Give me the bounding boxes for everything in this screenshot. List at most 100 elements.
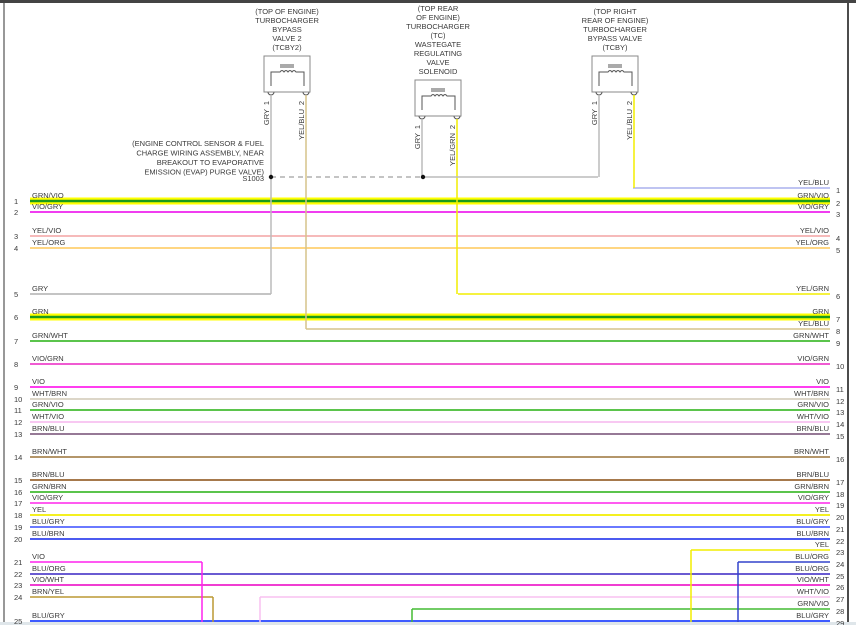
right-wire-label: YEL/VIO <box>800 226 829 235</box>
left-wire-label: VIO/GRN <box>32 354 64 363</box>
right-pin-number: 24 <box>836 560 844 569</box>
left-wire-label: GRN/WHT <box>32 331 68 340</box>
right-pin-number: 26 <box>836 583 844 592</box>
shape-layer <box>0 0 856 625</box>
left-wire-label: BRN/BLU <box>32 470 65 479</box>
right-wire-label: GRN <box>812 307 829 316</box>
left-pin-number: 8 <box>14 360 18 369</box>
right-wire-label: GRN/VIO <box>797 599 829 608</box>
right-pin-number: 8 <box>836 327 840 336</box>
right-pin-number: 29 <box>836 619 844 625</box>
right-wire-label: BLU/GRY <box>796 517 829 526</box>
left-pin-number: 13 <box>14 430 22 439</box>
left-wire-label: YEL/VIO <box>32 226 61 235</box>
left-wire-label: GRN/BRN <box>32 482 67 491</box>
left-pin-number: 22 <box>14 570 22 579</box>
right-wire-label: GRN/VIO <box>797 400 829 409</box>
left-wire-label: GRN/VIO <box>32 400 64 409</box>
left-pin-number: 24 <box>14 593 22 602</box>
left-wire-label: GRN <box>32 307 49 316</box>
component-label: TURBOCHARGER <box>255 16 319 25</box>
component-label: (TOP REAR <box>418 4 459 13</box>
left-pin-number: 6 <box>14 313 18 322</box>
left-wire-label: WHT/BRN <box>32 389 67 398</box>
right-wire-label: VIO/GRN <box>797 354 829 363</box>
left-wire-label: WHT/VIO <box>32 412 64 421</box>
right-wire-label: YEL/BLU <box>798 178 829 187</box>
right-wire-label: BRN/BLU <box>796 424 829 433</box>
left-pin-number: 1 <box>14 197 18 206</box>
left-wire-label: VIO <box>32 552 45 561</box>
right-pin-number: 15 <box>836 432 844 441</box>
left-pin-number: 14 <box>14 453 22 462</box>
pin-number: 1 <box>262 101 271 105</box>
right-wire-label: YEL/GRN <box>796 284 829 293</box>
right-pin-number: 2 <box>836 199 840 208</box>
wiring-diagram: GRN/VIO 1 VIO/GRY 2 YEL/VIO 3 YEL/ORG 4 GRY 5 GRN 6… <box>0 0 856 625</box>
right-wire-label: BLU/BRN <box>796 529 829 538</box>
right-wire-label: VIO <box>816 377 829 386</box>
right-pin-number: 21 <box>836 525 844 534</box>
splice-label: CHARGE WIRING ASSEMBLY, NEAR <box>136 149 264 158</box>
right-pin-number: 19 <box>836 501 844 510</box>
right-wire-label: YEL <box>815 505 829 514</box>
right-wire-label: WHT/VIO <box>797 587 829 596</box>
pin-wire-label: GRY <box>590 109 599 125</box>
right-wire-label: GRN/VIO <box>797 191 829 200</box>
splice-dot <box>268 174 274 180</box>
splice-label: BREAKOUT TO EVAPORATIVE <box>157 158 264 167</box>
left-wire-label: VIO/GRY <box>32 493 63 502</box>
left-pin-number: 15 <box>14 476 22 485</box>
right-pin-number: 5 <box>836 246 840 255</box>
right-pin-number: 9 <box>836 339 840 348</box>
right-wire-label: YEL <box>815 540 829 549</box>
right-pin-number: 16 <box>836 455 844 464</box>
component-label: (TC) <box>431 31 446 40</box>
right-wire-label: GRN/WHT <box>793 331 829 340</box>
top-border <box>0 0 856 3</box>
left-pin-number: 25 <box>14 617 22 625</box>
left-pin-number: 20 <box>14 535 22 544</box>
left-wire-label: VIO/WHT <box>32 575 64 584</box>
right-pin-number: 1 <box>836 186 840 195</box>
left-pin-number: 11 <box>14 406 22 415</box>
splice-dot <box>420 174 426 180</box>
left-wire-label: VIO/GRY <box>32 202 63 211</box>
right-wire-label: VIO/WHT <box>797 575 829 584</box>
component-label: BYPASS VALVE <box>588 34 643 43</box>
left-pin-number: 5 <box>14 290 18 299</box>
left-pin-number: 7 <box>14 337 18 346</box>
right-pin-number: 28 <box>836 607 844 616</box>
component-label: (TOP OF ENGINE) <box>255 7 319 16</box>
component-label: TURBOCHARGER <box>583 25 647 34</box>
left-pin-number: 16 <box>14 488 22 497</box>
left-wire-label: BLU/GRY <box>32 611 65 620</box>
left-pin-number: 4 <box>14 244 18 253</box>
right-pin-number: 25 <box>836 572 844 581</box>
left-wire-label: BLU/ORG <box>32 564 66 573</box>
right-wire-label: WHT/VIO <box>797 412 829 421</box>
right-wire-label: WHT/BRN <box>794 389 829 398</box>
component-label: (TCBY) <box>603 43 629 52</box>
right-pin-number: 22 <box>836 537 844 546</box>
pin-wire-label: YEL/BLU <box>625 109 634 140</box>
right-pin-number: 17 <box>836 478 844 487</box>
pin-number: 2 <box>625 101 634 105</box>
right-pin-number: 20 <box>836 513 844 522</box>
left-wire-label: YEL <box>32 505 46 514</box>
right-wire-label: BLU/ORG <box>795 552 829 561</box>
left-pin-number: 23 <box>14 581 22 590</box>
splice-name: S1003 <box>242 174 264 183</box>
right-pin-number: 11 <box>836 385 844 394</box>
left-wire-label: BRN/BLU <box>32 424 65 433</box>
pin-number: 2 <box>297 101 306 105</box>
splice-label: (ENGINE CONTROL SENSOR & FUEL <box>132 139 264 148</box>
pin-number: 1 <box>413 125 422 129</box>
right-wire-label: YEL/ORG <box>796 238 830 247</box>
component-label: WASTEGATE <box>415 40 461 49</box>
left-pin-number: 17 <box>14 499 22 508</box>
component-label: (TCBY2) <box>272 43 302 52</box>
component-label: SOLENOID <box>419 67 458 76</box>
left-wire-label: YEL/ORG <box>32 238 66 247</box>
left-pin-number: 3 <box>14 232 18 241</box>
